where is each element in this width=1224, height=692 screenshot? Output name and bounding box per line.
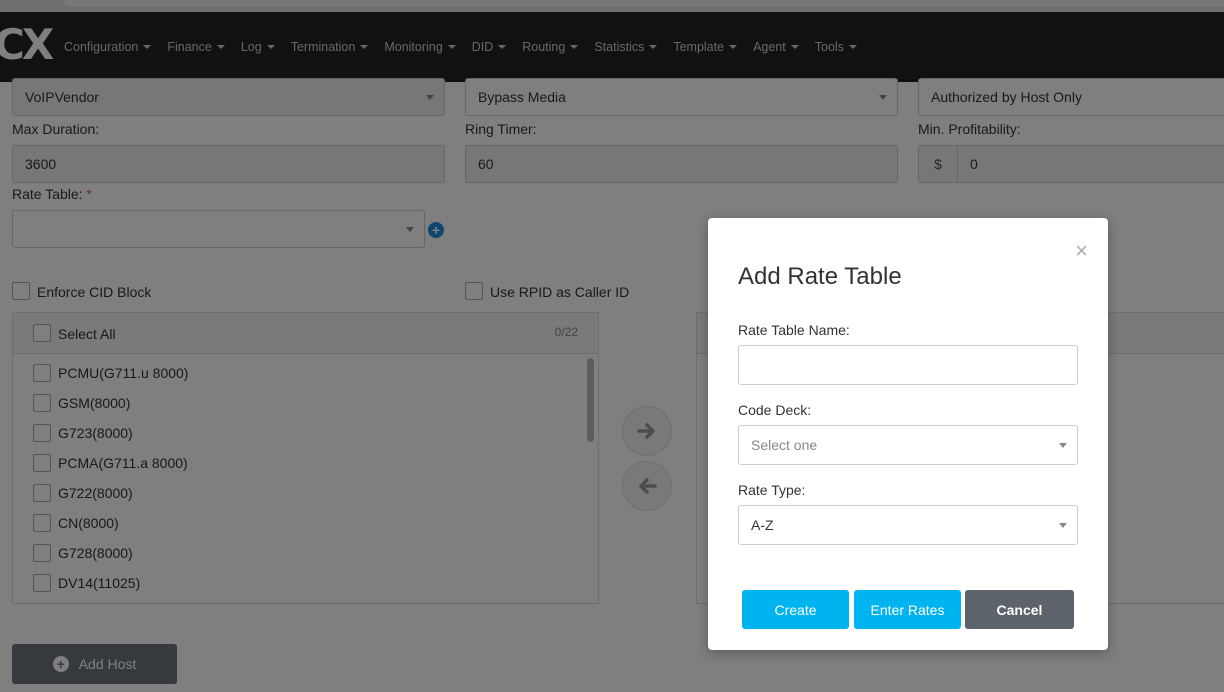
- caret-down-icon: [1059, 523, 1067, 528]
- caret-down-icon: [1059, 443, 1067, 448]
- code-deck-select[interactable]: Select one: [738, 425, 1078, 465]
- cancel-button[interactable]: Cancel: [965, 590, 1074, 629]
- close-icon[interactable]: ×: [1075, 240, 1088, 262]
- modal-title: Add Rate Table: [738, 263, 902, 290]
- create-button[interactable]: Create: [742, 590, 849, 629]
- add-rate-table-modal: × Add Rate Table Rate Table Name: Code D…: [708, 218, 1108, 650]
- rate-type-label: Rate Type:: [738, 482, 806, 498]
- rate-type-value: A-Z: [751, 517, 774, 533]
- rate-table-name-input[interactable]: [738, 345, 1078, 385]
- enter-rates-button[interactable]: Enter Rates: [854, 590, 961, 629]
- code-deck-label: Code Deck:: [738, 402, 812, 418]
- code-deck-placeholder: Select one: [751, 437, 818, 453]
- rate-table-name-label: Rate Table Name:: [738, 322, 850, 338]
- rate-type-select[interactable]: A-Z: [738, 505, 1078, 545]
